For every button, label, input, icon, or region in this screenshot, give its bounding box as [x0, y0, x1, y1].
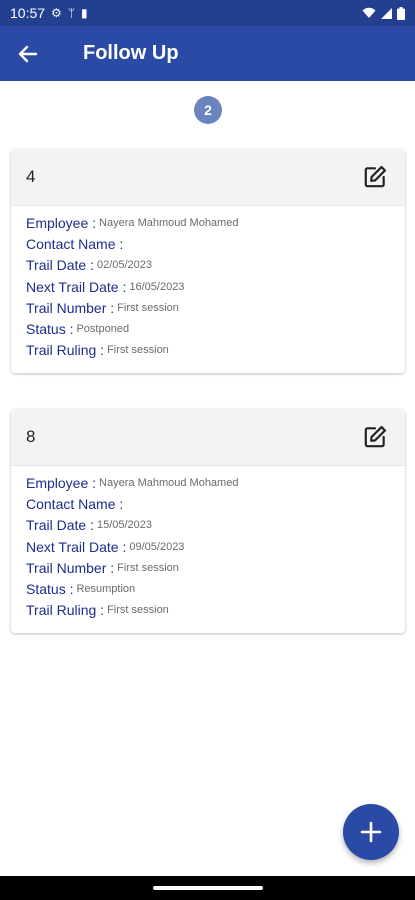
edit-icon: [364, 425, 387, 448]
status-value: Resumption: [76, 583, 136, 596]
next-trail-date-label: Next Trail Date :: [26, 538, 127, 555]
home-gesture-handle[interactable]: [152, 886, 263, 890]
trail-number-label: Trail Number :: [26, 559, 115, 576]
sim-icon: ▮: [81, 6, 88, 20]
employee-label: Employee :: [26, 214, 97, 231]
card-body: Employee : Nayera Mahmoud Mohamed Contact…: [11, 206, 405, 373]
follow-up-card: 8 Employee : Nayera Mahmoud Mohamed Conta…: [11, 409, 405, 634]
contact-name-label: Contact Name :: [26, 495, 124, 512]
status-row: Status : Resumption: [26, 578, 390, 599]
status-label: Status :: [26, 321, 74, 338]
page-count-badge: 2: [194, 96, 222, 124]
next-trail-date-value: 16/05/2023: [129, 280, 185, 293]
status-right: [362, 6, 405, 20]
status-label: Status :: [26, 581, 74, 598]
next-trail-date-label: Next Trail Date :: [26, 278, 127, 295]
page-title: Follow Up: [83, 42, 179, 64]
card-header: 4: [11, 149, 405, 206]
contact-name-row: Contact Name :: [26, 493, 390, 514]
edit-icon: [364, 165, 387, 188]
status-value: Postponed: [76, 323, 130, 336]
trail-number-row: Trail Number : First session: [26, 557, 390, 578]
back-button[interactable]: [0, 26, 56, 81]
contact-name-row: Contact Name :: [26, 233, 390, 254]
status-time: 10:57: [10, 5, 46, 21]
usb-icon: ᛘ: [67, 6, 76, 20]
trail-number-value: First session: [117, 561, 179, 574]
trail-number-row: Trail Number : First session: [26, 297, 390, 318]
trail-date-value: 15/05/2023: [96, 519, 153, 532]
contact-name-label: Contact Name :: [26, 235, 124, 252]
battery-icon: [397, 6, 405, 20]
follow-up-card: 4 Employee : Nayera Mahmoud Mohamed Conta…: [11, 149, 405, 374]
trail-ruling-value: First session: [107, 604, 169, 617]
trail-number-label: Trail Number :: [26, 299, 115, 316]
employee-value: Nayera Mahmoud Mohamed: [99, 476, 239, 489]
trail-number-value: First session: [117, 301, 179, 314]
add-follow-up-button[interactable]: [343, 804, 399, 860]
card-id: 8: [26, 427, 36, 446]
arrow-left-icon: [18, 45, 38, 62]
settings-icon: ⚙: [51, 6, 62, 20]
employee-value: Nayera Mahmoud Mohamed: [99, 216, 239, 229]
trail-date-row: Trail Date :02/05/2023: [26, 255, 390, 276]
employee-row: Employee : Nayera Mahmoud Mohamed: [26, 212, 390, 233]
trail-date-row: Trail Date :15/05/2023: [26, 515, 390, 536]
trail-ruling-label: Trail Ruling :: [26, 342, 105, 359]
card-body: Employee : Nayera Mahmoud Mohamed Contact…: [11, 466, 405, 633]
employee-label: Employee :: [26, 474, 97, 491]
trail-ruling-row: Trail Ruling : First session: [26, 340, 390, 361]
wifi-icon: [362, 7, 376, 18]
next-trail-date-value: 09/05/2023: [129, 540, 185, 553]
plus-icon: [360, 821, 382, 843]
trail-date-label: Trail Date :: [26, 517, 94, 534]
signal-icon: [381, 7, 392, 19]
status-row: Status : Postponed: [26, 318, 390, 339]
app-bar: Follow Up: [0, 26, 415, 81]
trail-ruling-row: Trail Ruling : First session: [26, 600, 390, 621]
status-left: 10:57 ⚙ ᛘ ▮: [10, 5, 88, 21]
card-id: 4: [26, 167, 36, 186]
trail-date-label: Trail Date :: [26, 257, 94, 274]
status-bar: 10:57 ⚙ ᛘ ▮: [0, 0, 415, 26]
edit-button[interactable]: [360, 422, 390, 452]
edit-button[interactable]: [360, 162, 390, 192]
employee-row: Employee : Nayera Mahmoud Mohamed: [26, 472, 390, 493]
trail-date-value: 02/05/2023: [96, 259, 153, 272]
card-header: 8: [11, 409, 405, 466]
next-trail-date-row: Next Trail Date :16/05/2023: [26, 276, 390, 297]
trail-ruling-label: Trail Ruling :: [26, 602, 105, 619]
next-trail-date-row: Next Trail Date :09/05/2023: [26, 536, 390, 557]
trail-ruling-value: First session: [107, 344, 169, 357]
system-nav-bar: [0, 876, 415, 900]
